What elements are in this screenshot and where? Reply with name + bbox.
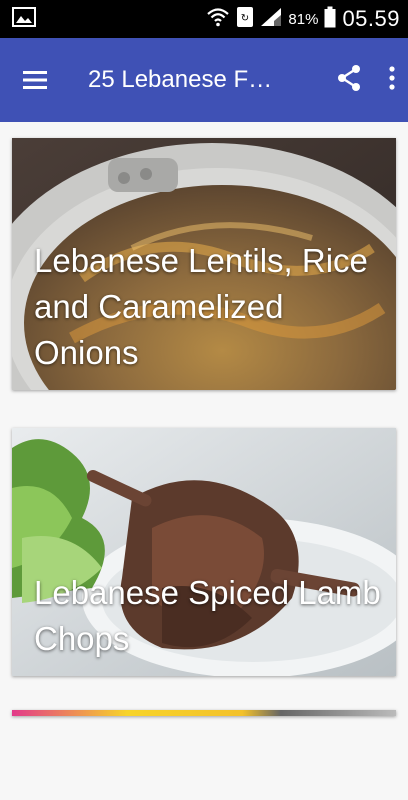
recipe-card[interactable]: Lebanese Lentils, Rice and Caramelized O… [12,138,396,390]
app-bar: 25 Lebanese Food Recipes [0,38,408,122]
status-clock: 05.59 [342,6,400,31]
recipe-title: Lebanese Spiced Lamb Chops [34,574,381,657]
signal-icon [260,7,282,32]
more-vert-icon[interactable] [388,65,396,96]
recipe-card-partial[interactable] [12,710,396,716]
status-right: ↻ 81% 05.59 [206,6,400,33]
status-bar: ↻ 81% 05.59 [0,0,408,38]
recipe-list: Lebanese Lentils, Rice and Caramelized O… [0,122,408,800]
battery-percent: 81% [288,10,319,28]
recipe-card[interactable]: Lebanese Spiced Lamb Chops [12,428,396,676]
battery-icon [324,6,336,33]
status-left [12,6,36,32]
gallery-notification-icon [12,6,36,32]
share-icon[interactable] [336,64,362,97]
page-title: 25 Lebanese Food Recipes [88,66,278,93]
menu-icon[interactable] [20,65,50,95]
recipe-title: Lebanese Lentils, Rice and Caramelized O… [34,242,368,371]
svg-text:↻: ↻ [241,13,249,24]
data-saver-icon: ↻ [236,6,254,33]
appbar-actions [336,64,396,97]
wifi-icon [206,6,230,33]
